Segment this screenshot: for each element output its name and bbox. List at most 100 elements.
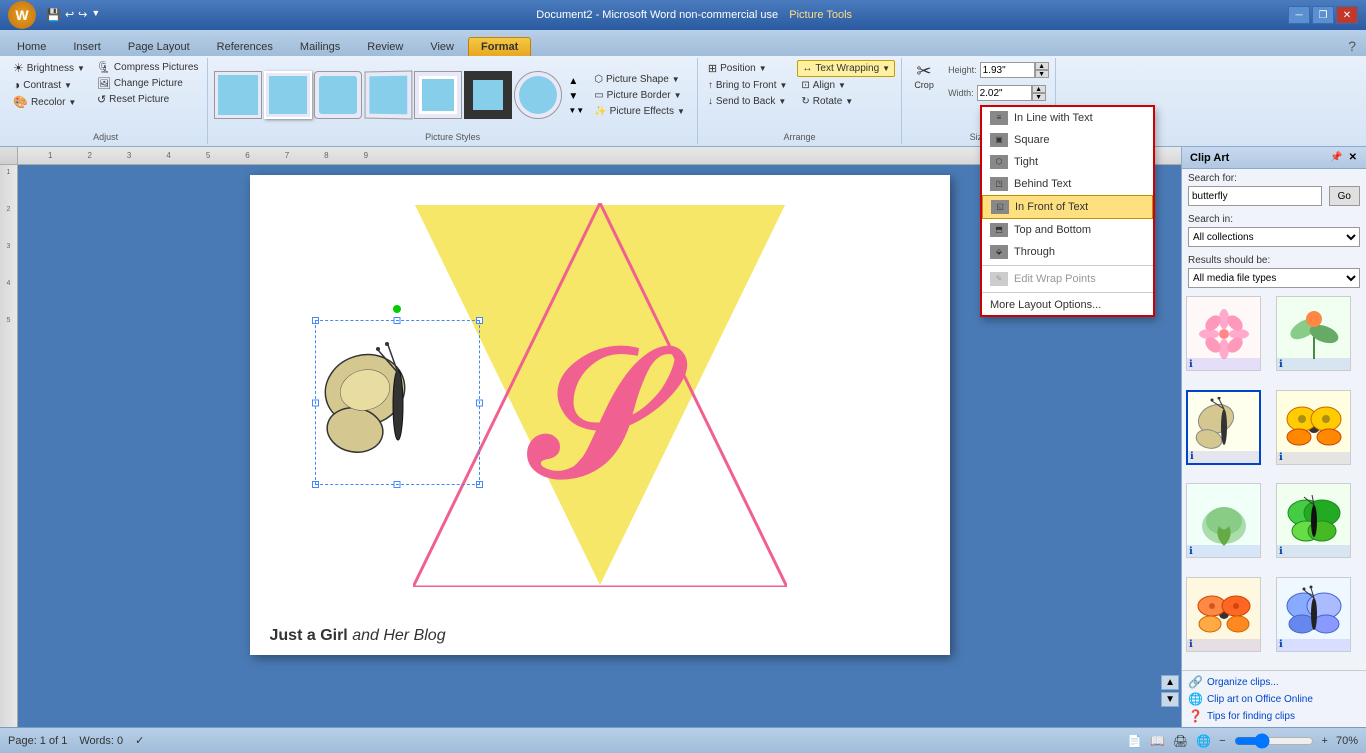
- wrap-tight-btn[interactable]: ⬡ Tight: [982, 151, 1153, 173]
- search-input[interactable]: [1188, 186, 1322, 206]
- results-field: Results should be: All media file types: [1182, 251, 1366, 292]
- change-picture-btn[interactable]: 🖼 Change Picture: [94, 76, 201, 91]
- status-left: Page: 1 of 1 Words: 0 ✓: [8, 734, 144, 747]
- zoom-out-btn[interactable]: −: [1219, 735, 1225, 747]
- reset-picture-btn[interactable]: ↺ Reset Picture: [94, 92, 201, 107]
- tab-insert[interactable]: Insert: [60, 37, 114, 56]
- minimize-btn[interactable]: ─: [1288, 6, 1310, 24]
- picture-effects-btn[interactable]: ✨ Picture Effects ▼: [588, 104, 691, 119]
- view-print-btn[interactable]: 🖨: [1173, 734, 1188, 748]
- text-wrapping-btn[interactable]: ↔ Text Wrapping ▼: [797, 60, 895, 77]
- text-wrap-dropdown: ≡ In Line with Text ▣ Square ⬡ Tight ◳ B…: [980, 147, 1155, 317]
- width-down-btn[interactable]: ▼: [1032, 93, 1046, 101]
- position-btn[interactable]: ⊞ Position ▼: [704, 60, 792, 77]
- adjust-group: ☀ Brightness ▼ ◑ Contrast ▼ 🎨 Recolor ▼: [4, 58, 208, 144]
- clip-art-close-btn[interactable]: ✕: [1348, 151, 1358, 164]
- view-normal-btn[interactable]: 📄: [1127, 734, 1142, 748]
- clip-thumb-8[interactable]: ℹ: [1276, 577, 1351, 652]
- spell-check-icon[interactable]: ✓: [135, 734, 144, 747]
- zoom-in-btn[interactable]: +: [1322, 735, 1328, 747]
- scroll-up-btn[interactable]: ▲: [1161, 675, 1179, 690]
- rotate-btn[interactable]: ↻ Rotate ▼: [797, 94, 895, 109]
- wrap-topbottom-btn[interactable]: ⬒ Top and Bottom: [982, 219, 1153, 241]
- picture-shape-btn[interactable]: ⬡ Picture Shape ▼: [588, 72, 691, 87]
- width-up-btn[interactable]: ▲: [1032, 85, 1046, 93]
- compress-pictures-btn[interactable]: 🗜 Compress Pictures: [94, 60, 201, 75]
- crop-btn[interactable]: ✂ Crop: [908, 60, 940, 92]
- search-for-field: Search for: Go: [1182, 169, 1366, 210]
- width-input[interactable]: [977, 85, 1032, 101]
- organize-clips-link[interactable]: 🔗 Organize clips...: [1188, 675, 1360, 689]
- pic-style-3[interactable]: [314, 71, 362, 119]
- doc-scroll-arrows: ▲ ▼: [1161, 675, 1179, 707]
- results-select[interactable]: All media file types: [1188, 268, 1360, 288]
- pic-style-7[interactable]: [514, 71, 562, 119]
- contrast-btn[interactable]: ◑ Contrast ▼: [10, 77, 88, 93]
- pic-style-4[interactable]: [365, 70, 413, 119]
- align-btn[interactable]: ⊡ Align ▼: [797, 78, 895, 93]
- wrap-through-btn[interactable]: ⬙ Through: [982, 241, 1153, 263]
- tab-references[interactable]: References: [204, 37, 286, 56]
- close-btn[interactable]: ✕: [1336, 6, 1358, 24]
- recolor-btn[interactable]: 🎨 Recolor ▼: [10, 94, 88, 110]
- height-up-btn[interactable]: ▲: [1035, 62, 1049, 70]
- clip-thumb-5[interactable]: ℹ: [1186, 483, 1261, 558]
- pic-style-1[interactable]: [214, 71, 262, 119]
- tab-view[interactable]: View: [417, 37, 467, 56]
- height-label: Height:: [948, 65, 977, 75]
- tab-review[interactable]: Review: [354, 37, 416, 56]
- clip-thumb-1-img: [1194, 304, 1254, 364]
- doc-title: Document2 - Microsoft Word non-commercia…: [536, 9, 778, 21]
- clip-thumb-7[interactable]: ℹ: [1186, 577, 1261, 652]
- clip-thumb-3-img: [1194, 397, 1254, 457]
- wrap-separator: [982, 265, 1153, 266]
- pic-style-scroll-up[interactable]: ▲: [566, 74, 586, 89]
- tips-link[interactable]: ❓ Tips for finding clips: [1188, 709, 1360, 723]
- wrap-more-btn[interactable]: More Layout Options...: [982, 295, 1153, 315]
- undo-quick-btn[interactable]: ↩: [65, 8, 74, 22]
- scroll-down-btn[interactable]: ▼: [1161, 692, 1179, 707]
- zoom-slider[interactable]: [1234, 735, 1314, 747]
- save-quick-btn[interactable]: 💾: [46, 8, 61, 22]
- clip-art-online-link[interactable]: 🌐 Clip art on Office Online: [1188, 692, 1360, 706]
- height-down-btn[interactable]: ▼: [1035, 70, 1049, 78]
- clip-thumb-1[interactable]: ℹ: [1186, 296, 1261, 371]
- restore-btn[interactable]: ❐: [1312, 6, 1334, 24]
- blog-watermark: Just a Girl and Her Blog: [270, 627, 446, 645]
- search-in-select[interactable]: All collections: [1188, 227, 1360, 247]
- view-reading-btn[interactable]: 📖: [1150, 734, 1165, 748]
- customize-quick-btn[interactable]: ▼: [91, 8, 100, 22]
- rotation-handle[interactable]: [393, 305, 401, 313]
- pic-style-5[interactable]: [414, 71, 462, 119]
- ribbon-content: ☀ Brightness ▼ ◑ Contrast ▼ 🎨 Recolor ▼: [0, 56, 1366, 146]
- wrap-behind-btn[interactable]: ◳ Behind Text: [982, 173, 1153, 195]
- tab-page-layout[interactable]: Page Layout: [115, 37, 203, 56]
- ribbon-help-btn[interactable]: ?: [1342, 36, 1362, 56]
- redo-quick-btn[interactable]: ↪: [78, 8, 87, 22]
- view-web-btn[interactable]: 🌐: [1196, 734, 1211, 748]
- bring-to-front-btn[interactable]: ↑ Bring to Front ▼: [704, 78, 792, 93]
- window-controls: ─ ❐ ✕: [1288, 6, 1358, 24]
- brightness-btn[interactable]: ☀ Brightness ▼: [10, 60, 88, 76]
- clip-art-header: Clip Art 📌 ✕: [1182, 147, 1366, 169]
- clip-thumb-4[interactable]: ℹ: [1276, 390, 1351, 465]
- tab-mailings[interactable]: Mailings: [287, 37, 353, 56]
- height-input[interactable]: [980, 62, 1035, 78]
- send-to-back-btn[interactable]: ↓ Send to Back ▼: [704, 94, 792, 109]
- pic-style-scroll-down[interactable]: ▼: [566, 89, 586, 104]
- picture-border-btn[interactable]: ▭ Picture Border ▼: [588, 88, 691, 103]
- clip-thumb-2[interactable]: ℹ: [1276, 296, 1351, 371]
- search-for-row: Go: [1188, 186, 1360, 206]
- clip-thumb-3[interactable]: ℹ: [1186, 390, 1261, 465]
- go-button[interactable]: Go: [1329, 186, 1360, 206]
- clip-art-pin-btn[interactable]: 📌: [1329, 151, 1343, 164]
- tab-home[interactable]: Home: [4, 37, 59, 56]
- wrap-infront-btn[interactable]: ◱ In Front of Text: [982, 195, 1153, 219]
- pic-style-6[interactable]: [464, 71, 512, 119]
- office-button[interactable]: W: [8, 1, 36, 29]
- clip-thumb-6[interactable]: ℹ: [1276, 483, 1351, 558]
- tab-format[interactable]: Format: [468, 37, 531, 56]
- document-page: 𝒮: [250, 175, 950, 655]
- pic-style-scroll-more[interactable]: ▼▼: [566, 104, 586, 117]
- pic-style-2[interactable]: [264, 71, 312, 119]
